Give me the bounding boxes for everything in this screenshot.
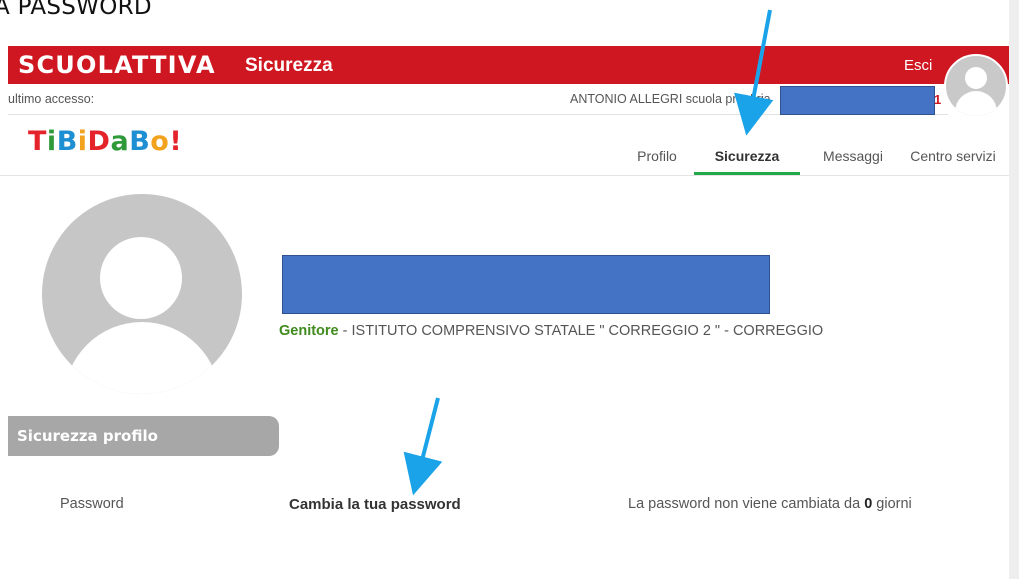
annotation-arrows xyxy=(403,9,774,496)
annotation-arrow-sicurezza-tab xyxy=(734,9,774,136)
annotation-arrow-change-password xyxy=(403,397,443,496)
vertical-scrollbar[interactable] xyxy=(1009,0,1019,579)
